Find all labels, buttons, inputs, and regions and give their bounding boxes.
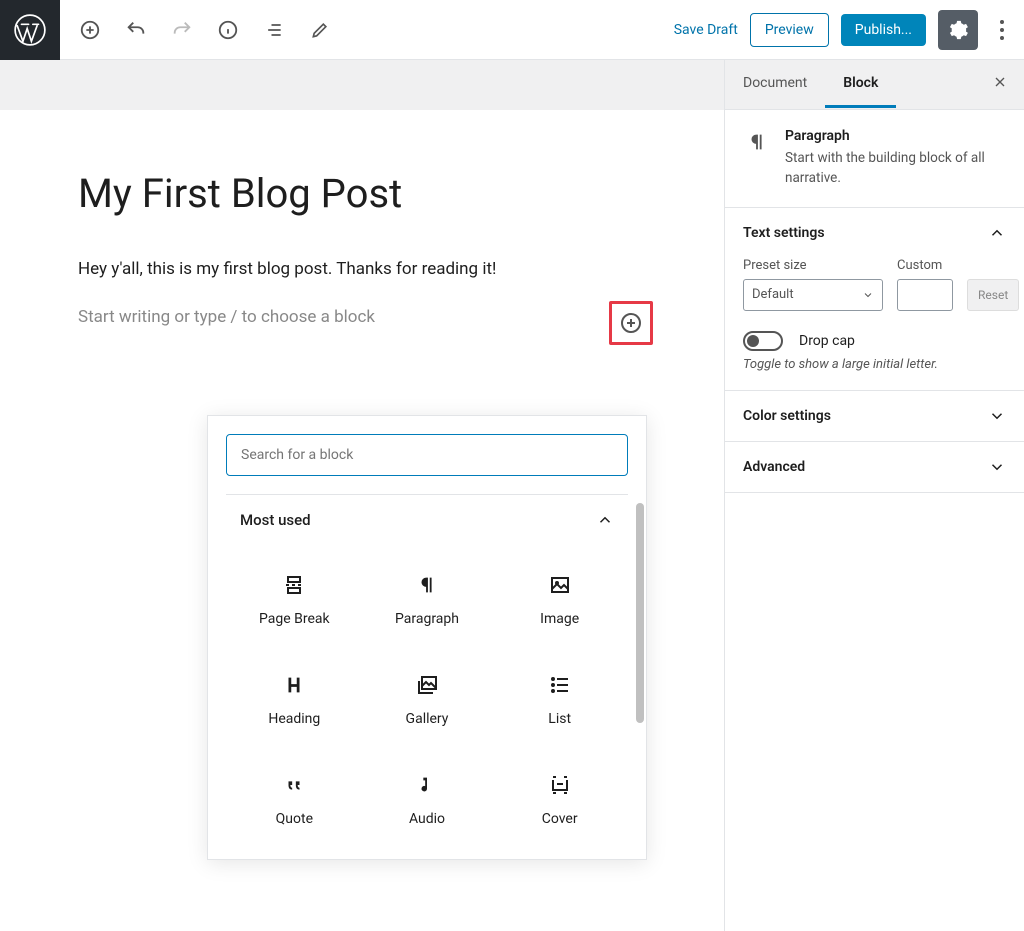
info-icon[interactable] (216, 18, 240, 42)
panel-title: Color settings (743, 408, 831, 424)
more-menu-button[interactable] (990, 10, 1014, 50)
audio-icon (413, 771, 441, 799)
block-quote[interactable]: Quote (228, 749, 361, 849)
custom-size-input[interactable] (897, 279, 953, 311)
plus-circle-icon (619, 311, 643, 335)
block-paragraph[interactable]: Paragraph (361, 549, 494, 649)
block-label: Page Break (259, 611, 330, 627)
drop-cap-label: Drop cap (799, 333, 855, 349)
preset-size-label: Preset size (743, 258, 883, 273)
block-list[interactable]: List (493, 649, 626, 749)
editor-toolbar: Save Draft Preview Publish... (0, 0, 1024, 60)
close-sidebar-button[interactable] (976, 74, 1024, 95)
publish-button[interactable]: Publish... (841, 14, 926, 46)
block-audio[interactable]: Audio (361, 749, 494, 849)
advanced-toggle[interactable]: Advanced (725, 442, 1024, 492)
block-label: Paragraph (395, 611, 459, 627)
block-label: Heading (268, 711, 320, 727)
quote-icon (280, 771, 308, 799)
block-grid: Page Break Paragraph Image Heading (208, 539, 646, 859)
kebab-icon (999, 19, 1005, 41)
preset-size-select[interactable]: Default (743, 279, 883, 311)
heading-icon (280, 671, 308, 699)
block-page-break[interactable]: Page Break (228, 549, 361, 649)
chevron-down-icon (862, 289, 874, 301)
preset-size-value: Default (752, 287, 794, 302)
color-settings-panel: Color settings (725, 391, 1024, 442)
tab-document[interactable]: Document (725, 61, 825, 108)
add-block-toolbar-icon[interactable] (78, 18, 102, 42)
block-label: Gallery (406, 711, 449, 727)
chevron-up-icon (988, 224, 1006, 242)
panel-title: Text settings (743, 225, 825, 241)
panel-title: Advanced (743, 459, 805, 475)
redo-icon (170, 18, 194, 42)
block-label: List (548, 711, 571, 727)
custom-size-label: Custom (897, 258, 953, 273)
gear-icon (947, 19, 969, 41)
block-search-wrapper (226, 434, 628, 476)
block-label: Image (540, 611, 579, 627)
reset-size-button[interactable]: Reset (967, 279, 1019, 311)
block-placeholder[interactable]: Start writing or type / to choose a bloc… (78, 307, 375, 327)
drop-cap-toggle[interactable] (743, 331, 783, 351)
block-label: Audio (409, 811, 445, 827)
undo-icon[interactable] (124, 18, 148, 42)
block-heading[interactable]: Heading (228, 649, 361, 749)
edit-icon[interactable] (308, 18, 332, 42)
toolbar-left-group (60, 18, 332, 42)
gallery-icon (413, 671, 441, 699)
image-icon (546, 571, 574, 599)
text-settings-toggle[interactable]: Text settings (725, 208, 1024, 258)
block-info-description: Start with the building block of all nar… (785, 148, 1006, 189)
most-used-section-toggle[interactable]: Most used (208, 495, 646, 539)
paragraph-icon (413, 571, 441, 599)
most-used-label: Most used (240, 511, 311, 529)
drop-cap-help: Toggle to show a large initial letter. (743, 357, 1006, 372)
page-break-icon (280, 571, 308, 599)
block-info-panel: Paragraph Start with the building block … (725, 110, 1024, 208)
advanced-panel: Advanced (725, 442, 1024, 493)
block-label: Quote (276, 811, 313, 827)
block-gallery[interactable]: Gallery (361, 649, 494, 749)
chevron-up-icon (596, 511, 614, 529)
chevron-down-icon (988, 407, 1006, 425)
editor-canvas: My First Blog Post Hey y'all, this is my… (0, 60, 724, 931)
block-image[interactable]: Image (493, 549, 626, 649)
color-settings-toggle[interactable]: Color settings (725, 391, 1024, 441)
settings-sidebar: Document Block Paragraph Start with the … (724, 60, 1024, 931)
wordpress-logo[interactable] (0, 0, 60, 60)
cover-icon (546, 771, 574, 799)
block-inserter-popover: Most used Page Break Paragraph Image (207, 415, 647, 860)
sidebar-tabs: Document Block (725, 60, 1024, 110)
chevron-down-icon (988, 458, 1006, 476)
block-label: Cover (542, 811, 578, 827)
text-settings-panel: Text settings Preset size Default Custom (725, 208, 1024, 391)
post-paragraph[interactable]: Hey y'all, this is my first blog post. T… (78, 259, 646, 279)
post-title[interactable]: My First Blog Post (78, 170, 646, 217)
settings-button[interactable] (938, 10, 978, 50)
save-draft-button[interactable]: Save Draft (674, 22, 738, 38)
inserter-scrollbar[interactable] (636, 503, 644, 723)
paragraph-icon (743, 128, 771, 156)
list-icon (546, 671, 574, 699)
block-cover[interactable]: Cover (493, 749, 626, 849)
tab-block[interactable]: Block (825, 61, 896, 108)
close-icon (992, 74, 1008, 90)
block-info-title: Paragraph (785, 128, 1006, 144)
wordpress-icon (13, 13, 47, 47)
outline-icon[interactable] (262, 18, 286, 42)
inline-add-block-button[interactable] (613, 305, 649, 341)
preview-button[interactable]: Preview (750, 13, 829, 47)
block-search-input[interactable] (227, 435, 627, 475)
toolbar-right-group: Save Draft Preview Publish... (674, 10, 1024, 50)
